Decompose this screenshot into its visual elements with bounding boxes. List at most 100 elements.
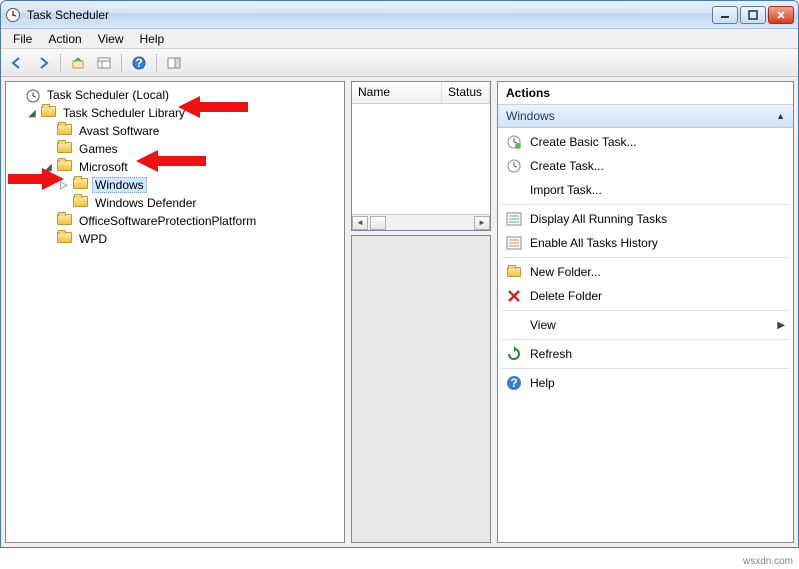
blank-icon <box>506 182 522 198</box>
action-label: Create Basic Task... <box>530 135 637 149</box>
actions-title: Actions <box>498 82 793 105</box>
separator <box>502 368 789 369</box>
properties-button[interactable] <box>92 52 116 74</box>
toolbar: ? <box>1 49 798 77</box>
content-area: Task Scheduler (Local) ◢ Task Scheduler … <box>1 77 798 547</box>
toolbar-separator <box>121 54 122 72</box>
app-window: Task Scheduler File Action View Help ? <box>0 0 799 548</box>
blank-icon <box>506 317 522 333</box>
separator <box>502 310 789 311</box>
back-button[interactable] <box>5 52 29 74</box>
action-enable-history[interactable]: Enable All Tasks History <box>498 231 793 255</box>
action-label: View <box>530 318 556 332</box>
action-help[interactable]: ? Help <box>498 371 793 395</box>
action-label: New Folder... <box>530 265 601 279</box>
action-label: Import Task... <box>530 183 602 197</box>
annotation-arrow <box>8 168 64 190</box>
scroll-left-icon[interactable]: ◄ <box>352 216 368 230</box>
action-label: Delete Folder <box>530 289 602 303</box>
tree-label: Avast Software <box>76 124 162 138</box>
tree-label: Windows Defender <box>92 196 199 210</box>
action-import-task[interactable]: Import Task... <box>498 178 793 202</box>
folder-icon <box>57 232 73 246</box>
action-create-task[interactable]: Create Task... <box>498 154 793 178</box>
delete-icon <box>506 288 522 304</box>
folder-icon <box>73 196 89 210</box>
actions-list: Create Basic Task... Create Task... Impo… <box>498 128 793 542</box>
action-label: Refresh <box>530 347 572 361</box>
history-icon <box>506 235 522 251</box>
action-refresh[interactable]: Refresh <box>498 342 793 366</box>
titlebar[interactable]: Task Scheduler <box>1 1 798 29</box>
help-icon: ? <box>506 375 522 391</box>
up-button[interactable] <box>66 52 90 74</box>
menu-file[interactable]: File <box>5 30 40 48</box>
horizontal-scrollbar[interactable]: ◄ ► <box>352 214 490 230</box>
tree-root[interactable]: Task Scheduler (Local) <box>10 86 340 104</box>
menu-view[interactable]: View <box>90 30 132 48</box>
task-icon <box>506 134 522 150</box>
maximize-button[interactable] <box>740 6 766 24</box>
tree-label: Windows <box>92 177 147 193</box>
collapse-icon[interactable]: ◢ <box>26 108 38 119</box>
tree-windows[interactable]: ▷Windows <box>58 176 340 194</box>
separator <box>502 204 789 205</box>
help-button[interactable]: ? <box>127 52 151 74</box>
window-title: Task Scheduler <box>27 8 712 22</box>
tree-label: Task Scheduler (Local) <box>44 88 172 102</box>
separator <box>502 339 789 340</box>
tree-label: Microsoft <box>76 160 131 174</box>
svg-text:?: ? <box>510 376 517 390</box>
actions-pane: Actions Windows ▲ Create Basic Task... C… <box>497 81 794 543</box>
column-name[interactable]: Name <box>352 82 442 103</box>
minimize-button[interactable] <box>712 6 738 24</box>
folder-icon <box>57 142 73 156</box>
svg-text:?: ? <box>135 56 142 70</box>
annotation-arrow <box>136 150 206 172</box>
folder-icon <box>57 124 73 138</box>
menu-action[interactable]: Action <box>40 30 89 48</box>
tree-label: Task Scheduler Library <box>60 106 188 120</box>
menu-help[interactable]: Help <box>132 30 173 48</box>
menubar: File Action View Help <box>1 29 798 49</box>
tree-defender[interactable]: Windows Defender <box>58 194 340 212</box>
scroll-right-icon[interactable]: ► <box>474 216 490 230</box>
action-label: Display All Running Tasks <box>530 212 667 226</box>
action-label: Help <box>530 376 555 390</box>
column-status[interactable]: Status <box>442 82 490 103</box>
actions-context-header[interactable]: Windows ▲ <box>498 105 793 128</box>
list-icon <box>506 211 522 227</box>
show-hide-button[interactable] <box>162 52 186 74</box>
action-delete-folder[interactable]: Delete Folder <box>498 284 793 308</box>
collapse-icon: ▲ <box>776 111 785 121</box>
task-icon <box>506 158 522 174</box>
watermark: wsxdn.com <box>743 556 793 567</box>
folder-icon <box>41 106 57 120</box>
close-button[interactable] <box>768 6 794 24</box>
tree-wpd[interactable]: WPD <box>42 230 340 248</box>
window-controls <box>712 6 794 24</box>
action-view[interactable]: View ▶ <box>498 313 793 337</box>
refresh-icon <box>506 346 522 362</box>
list-header: Name Status <box>352 82 490 104</box>
details-pane <box>351 235 491 543</box>
tree-label: Games <box>76 142 121 156</box>
folder-icon <box>506 264 522 280</box>
scroll-thumb[interactable] <box>370 216 386 230</box>
actions-context-label: Windows <box>506 109 555 123</box>
tree-ospp[interactable]: OfficeSoftwareProtectionPlatform <box>42 212 340 230</box>
tree-pane: Task Scheduler (Local) ◢ Task Scheduler … <box>5 81 345 543</box>
action-display-running[interactable]: Display All Running Tasks <box>498 207 793 231</box>
task-list[interactable] <box>352 104 490 214</box>
action-label: Create Task... <box>530 159 604 173</box>
action-create-basic-task[interactable]: Create Basic Task... <box>498 130 793 154</box>
toolbar-separator <box>156 54 157 72</box>
forward-button[interactable] <box>31 52 55 74</box>
action-label: Enable All Tasks History <box>530 236 658 250</box>
toolbar-separator <box>60 54 61 72</box>
separator <box>502 257 789 258</box>
tree-avast[interactable]: Avast Software <box>42 122 340 140</box>
action-new-folder[interactable]: New Folder... <box>498 260 793 284</box>
submenu-icon: ▶ <box>777 320 785 331</box>
tree-label: WPD <box>76 232 110 246</box>
